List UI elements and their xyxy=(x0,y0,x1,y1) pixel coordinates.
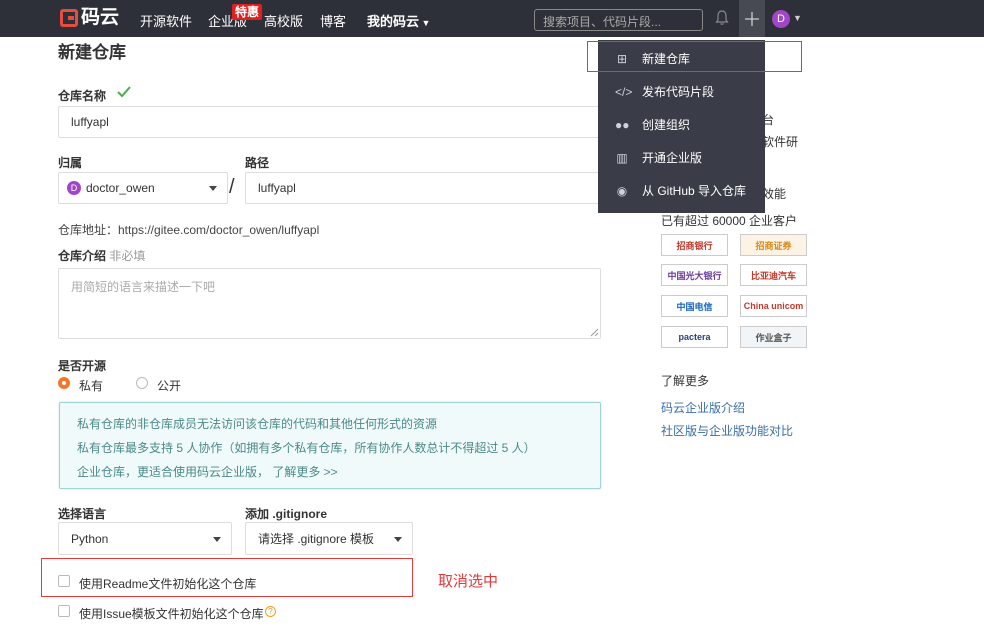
language-select[interactable]: Python xyxy=(58,522,232,555)
annotation-highlight-box xyxy=(587,41,802,72)
plus-icon xyxy=(745,12,759,26)
menu-item-label: 创建组织 xyxy=(642,118,691,132)
users-icon: ●● xyxy=(615,117,630,132)
path-separator: / xyxy=(229,176,235,198)
menu-item-enterprise[interactable]: ▥ 开通企业版 xyxy=(598,141,765,174)
readme-checkbox[interactable] xyxy=(58,575,70,587)
issue-template-checkbox-label: 使用Issue模板文件初始化这个仓库 xyxy=(79,607,264,621)
help-icon[interactable]: ? xyxy=(265,606,276,617)
customer-logo: pactera xyxy=(661,326,728,348)
private-notice-box: 私有仓库的非仓库成员无法访问该仓库的代码和其他任何形式的资源 私有仓库最多支持 … xyxy=(59,402,601,489)
customer-logo: 作业盒子 xyxy=(740,326,807,348)
gitee-logo[interactable]: 码云 xyxy=(60,8,119,28)
menu-item-label: 开通企业版 xyxy=(642,151,703,165)
caret-down-icon xyxy=(209,186,217,191)
caret-down-icon xyxy=(213,536,221,542)
path-input[interactable]: luffyapl xyxy=(245,172,601,204)
code-icon: </> xyxy=(615,84,633,99)
readme-checkbox-label: 使用Readme文件初始化这个仓库 xyxy=(79,577,257,591)
menu-item-github-import[interactable]: ◉ 从 GitHub 导入仓库 xyxy=(598,174,765,207)
learn-more-heading: 了解更多 xyxy=(661,374,710,388)
logo-text: 码云 xyxy=(81,7,120,28)
open-source-label: 是否开源 xyxy=(58,359,107,373)
menu-item-create-org[interactable]: ●● 创建组织 xyxy=(598,108,765,141)
notice-line: 私有仓库的非仓库成员无法访问该仓库的代码和其他任何形式的资源 xyxy=(77,417,438,431)
customer-logo: China unicom xyxy=(740,295,807,317)
language-value: Python xyxy=(71,531,109,546)
chevron-down-icon: ▼ xyxy=(419,18,431,28)
public-radio-label: 公开 xyxy=(157,379,182,393)
gitignore-value: 请选择 .gitignore 模板 xyxy=(258,532,375,546)
customer-logo: 中国光大银行 xyxy=(661,264,728,286)
resize-handle-icon[interactable] xyxy=(590,328,599,337)
owner-value: doctor_owen xyxy=(86,181,155,195)
private-radio[interactable] xyxy=(58,377,70,389)
intro-label: 仓库介绍 非必填 xyxy=(58,247,145,264)
nav-blog[interactable]: 博客 xyxy=(320,11,346,30)
annotation-text: 取消选中 xyxy=(438,573,499,590)
right-partial-text: 软件研 xyxy=(762,135,799,149)
language-label: 选择语言 xyxy=(58,507,107,521)
menu-item-label: 发布代码片段 xyxy=(642,85,715,99)
menu-item-label: 从 GitHub 导入仓库 xyxy=(642,184,747,198)
create-menu-button[interactable] xyxy=(739,0,765,37)
owner-label: 归属 xyxy=(58,156,83,170)
chevron-down-icon[interactable]: ▼ xyxy=(793,13,802,23)
nav-my-gitee-label: 我的码云 xyxy=(367,14,420,29)
nav-my-gitee[interactable]: 我的码云 ▼ xyxy=(367,11,430,30)
promo-badge: 特惠 xyxy=(232,4,263,20)
repo-name-input[interactable]: luffyapl xyxy=(58,106,601,138)
intro-label-text: 仓库介绍 xyxy=(58,249,107,263)
path-label: 路径 xyxy=(245,156,270,170)
user-avatar[interactable]: D xyxy=(772,10,790,28)
gitignore-label: 添加 .gitignore xyxy=(245,507,327,521)
customer-logo: 招商银行 xyxy=(661,234,728,256)
github-icon: ◉ xyxy=(616,183,628,198)
gitignore-select[interactable]: 请选择 .gitignore 模板 xyxy=(245,522,413,555)
gitee-logo-icon xyxy=(60,9,78,27)
nav-open-source[interactable]: 开源软件 xyxy=(140,11,192,30)
customers-count: 已有超过 60000 企业客户 xyxy=(661,214,798,228)
intro-textarea[interactable]: 用简短的语言来描述一下吧 xyxy=(58,268,601,339)
public-radio[interactable] xyxy=(136,377,148,389)
enterprise-intro-link[interactable]: 码云企业版介绍 xyxy=(661,399,745,416)
issue-template-checkbox[interactable] xyxy=(58,605,70,617)
customer-logo: 比亚迪汽车 xyxy=(740,264,807,286)
notice-learn-more-link[interactable]: 企业仓库，更适合使用码云企业版， 了解更多 >> xyxy=(77,463,338,480)
repo-address: 仓库地址：https://gitee.com/doctor_owen/luffy… xyxy=(58,223,320,237)
caret-down-icon xyxy=(394,536,402,542)
repo-name-label: 仓库名称 xyxy=(58,89,107,103)
customer-logo: 中国电信 xyxy=(661,295,728,317)
intro-optional: 非必填 xyxy=(109,249,146,263)
bell-icon[interactable] xyxy=(715,10,729,26)
owner-select[interactable]: D doctor_owen xyxy=(58,172,228,204)
menu-item-publish-snippet[interactable]: </> 发布代码片段 xyxy=(598,75,765,108)
page-title: 新建仓库 xyxy=(58,43,126,62)
right-partial-text: 效能 xyxy=(762,187,787,201)
customer-logo: 招商证券 xyxy=(740,234,807,256)
building-icon: ▥ xyxy=(616,150,628,165)
owner-avatar: D xyxy=(67,181,81,195)
notice-line: 私有仓库最多支持 5 人协作（如拥有多个私有仓库，所有协作人数总计不得超过 5 … xyxy=(77,441,536,455)
private-radio-label: 私有 xyxy=(79,379,104,393)
check-icon xyxy=(117,86,131,98)
nav-university[interactable]: 高校版 xyxy=(264,11,303,30)
search-input[interactable]: 搜索项目、代码片段... xyxy=(534,9,703,31)
edition-compare-link[interactable]: 社区版与企业版功能对比 xyxy=(661,422,793,439)
